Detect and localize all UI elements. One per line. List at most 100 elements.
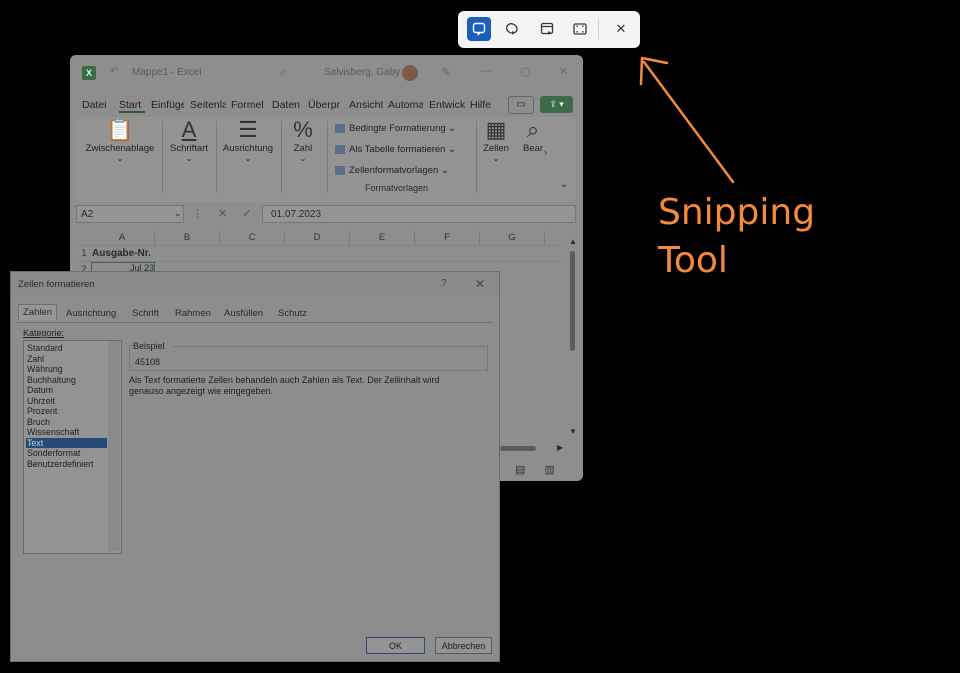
clipboard-icon: 📋: [106, 117, 134, 142]
rectangle-snip-icon: [472, 22, 486, 36]
maximize-icon[interactable]: ▢: [520, 65, 530, 78]
avatar[interactable]: [402, 65, 418, 81]
cell-styles-label: Zellenformatvorlagen: [349, 165, 439, 176]
window-mode-button[interactable]: [535, 17, 559, 41]
column-header[interactable]: E: [350, 231, 415, 245]
close-icon[interactable]: ✕: [559, 65, 568, 78]
name-box[interactable]: A2: [76, 205, 184, 223]
chevron-down-icon: ⌄: [185, 154, 193, 163]
tab-zahlen[interactable]: Zahlen: [18, 304, 58, 320]
scroll-up-icon[interactable]: ▲: [569, 237, 577, 246]
divider: [281, 121, 282, 193]
formula-bar[interactable]: 01.07.2023: [262, 205, 576, 223]
category-scrollbar[interactable]: [108, 341, 120, 551]
row-header[interactable]: 1: [78, 248, 90, 258]
search-icon[interactable]: ⌕: [280, 65, 287, 80]
tab-hilfe[interactable]: Hilfe: [470, 99, 495, 111]
page-break-view-icon[interactable]: ▥: [544, 464, 554, 476]
alignment-group[interactable]: ☰ Ausrichtung ⌄: [218, 117, 278, 163]
cells-label: Zellen: [483, 143, 509, 154]
cell-styles-button[interactable]: Zellenformatvorlagen ⌄: [335, 165, 449, 176]
scroll-right-icon[interactable]: ▶: [557, 443, 563, 452]
scroll-thumb[interactable]: [570, 251, 575, 351]
conditional-formatting-button[interactable]: Bedingte Formatierung ⌄: [335, 123, 456, 134]
list-item[interactable]: Uhrzeit: [26, 396, 107, 407]
clipboard-group[interactable]: 📋 Zwischenablage ⌄: [80, 117, 160, 163]
list-item[interactable]: Benutzerdefiniert: [26, 459, 107, 470]
tab-datei[interactable]: Datei: [82, 99, 108, 111]
vertical-scrollbar[interactable]: ▲ ▼: [567, 237, 579, 437]
excel-titlebar: X ↶ Mappe1 - Excel ⌕ Salvisberg, Gaby ✎ …: [70, 55, 583, 91]
list-item[interactable]: Wissenschaft: [26, 427, 107, 438]
list-item[interactable]: Prozent: [26, 406, 107, 417]
minimize-icon[interactable]: —: [480, 65, 491, 77]
cancel-button[interactable]: Abbrechen: [435, 637, 492, 654]
tab-entwicklertools[interactable]: Entwick: [429, 99, 465, 111]
list-item[interactable]: Bruch: [26, 417, 107, 428]
dialog-close-icon[interactable]: ✕: [475, 277, 485, 291]
list-item[interactable]: Zahl: [26, 354, 107, 365]
user-name[interactable]: Salvisberg, Gaby: [324, 67, 400, 78]
list-item[interactable]: Währung: [26, 364, 107, 375]
page-layout-view-icon[interactable]: ▤: [515, 464, 525, 476]
cell-a1[interactable]: Ausgabe-Nr.: [92, 248, 151, 259]
format-as-table-button[interactable]: Als Tabelle formatieren ⌄: [335, 144, 456, 155]
number-group[interactable]: % Zahl ⌄: [283, 117, 323, 163]
cell-styles-icon: [335, 165, 345, 175]
font-label: Schriftart: [169, 143, 208, 154]
tab-schrift[interactable]: Schrift: [132, 308, 159, 319]
column-header[interactable]: B: [155, 231, 220, 245]
font-icon: A: [181, 117, 197, 142]
conditional-format-icon: [335, 123, 345, 133]
ok-button[interactable]: OK: [366, 637, 425, 654]
tab-schutz[interactable]: Schutz: [278, 308, 307, 319]
alignment-label: Ausrichtung: [222, 143, 274, 154]
undo-icon[interactable]: ↶: [110, 66, 118, 77]
styles-group-label: Formatvorlagen: [365, 183, 429, 193]
format-cells-dialog: Zellen formatieren ? ✕ Zahlen Ausrichtun…: [10, 271, 500, 662]
column-header[interactable]: A: [90, 231, 155, 245]
tab-ueberpruefen[interactable]: Überpr: [308, 99, 343, 111]
column-header[interactable]: F: [415, 231, 480, 245]
ribbon-collapse-icon[interactable]: ⌄: [560, 179, 568, 190]
tab-ausfuellen[interactable]: Ausfüllen: [224, 308, 263, 319]
list-item-selected[interactable]: Text: [26, 437, 107, 448]
tab-rahmen[interactable]: Rahmen: [175, 308, 211, 319]
tab-ansicht[interactable]: Ansicht: [349, 99, 383, 111]
share-button[interactable]: ⇪ ▾: [540, 96, 573, 113]
cells-group[interactable]: ▦ Zellen ⌄: [480, 117, 512, 163]
list-item[interactable]: Buchhaltung: [26, 375, 107, 386]
column-header[interactable]: D: [285, 231, 350, 245]
fullscreen-snip-icon: [573, 23, 587, 35]
styles-group: Bedingte Formatierung ⌄ Als Tabelle form…: [335, 117, 471, 197]
scroll-down-icon[interactable]: ▼: [569, 427, 577, 436]
tab-ausrichtung[interactable]: Ausrichtung: [66, 308, 116, 319]
tab-daten[interactable]: Daten: [272, 99, 302, 111]
annotation-line2: Tool: [658, 240, 728, 281]
chevron-down-icon: ⌄: [244, 154, 252, 163]
font-group[interactable]: A Schriftart ⌄: [164, 117, 214, 163]
freeform-mode-button[interactable]: [500, 17, 524, 41]
rectangle-mode-button[interactable]: [467, 17, 491, 41]
tab-automatisieren[interactable]: Automa: [388, 99, 423, 111]
horizontal-scroll-thumb[interactable]: [500, 446, 536, 451]
close-snip-button[interactable]: ✕: [609, 17, 633, 41]
annotation-arrow: [639, 56, 735, 184]
list-item[interactable]: Standard: [26, 343, 107, 354]
tab-seitenlayout[interactable]: Seitenla: [190, 99, 226, 111]
sample-box-edge: [173, 346, 486, 347]
tab-formeln[interactable]: Formel: [231, 99, 265, 111]
tab-einfuegen[interactable]: Einfüge: [151, 99, 184, 111]
tab-start[interactable]: Start: [119, 99, 145, 113]
help-icon[interactable]: ?: [441, 278, 447, 289]
category-list[interactable]: Standard Zahl Währung Buchhaltung Datum …: [23, 340, 122, 554]
chevron-right-icon[interactable]: ›: [544, 147, 547, 157]
fullscreen-mode-button[interactable]: [568, 17, 592, 41]
column-header[interactable]: G: [480, 231, 545, 245]
column-header[interactable]: C: [220, 231, 285, 245]
list-item[interactable]: Sonderformat: [26, 448, 107, 459]
list-item[interactable]: Datum: [26, 385, 107, 396]
comments-icon[interactable]: ▭: [508, 96, 534, 114]
chevron-down-icon[interactable]: ⌄: [174, 208, 182, 219]
pen-icon[interactable]: ✎: [441, 65, 451, 79]
